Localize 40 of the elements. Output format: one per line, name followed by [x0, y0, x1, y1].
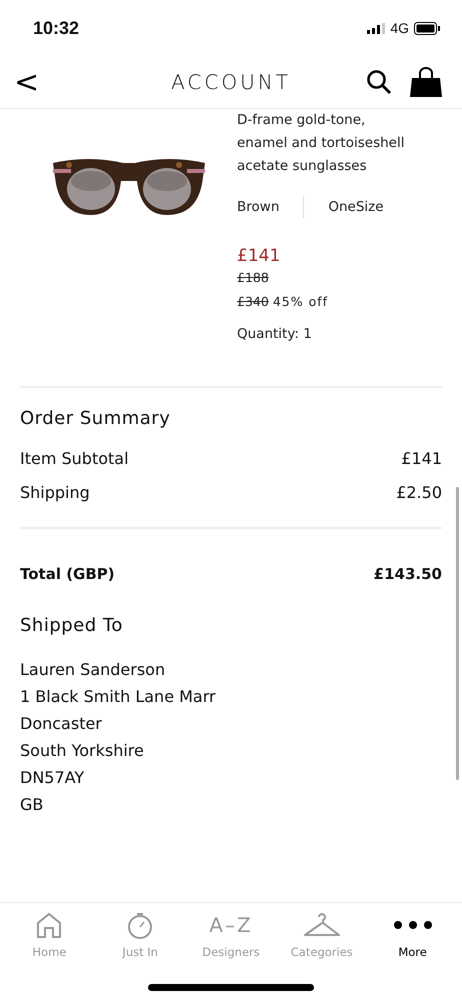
previous-price: £188: [237, 270, 269, 285]
sale-price: £141: [237, 246, 282, 266]
address-line: Lauren Sanderson: [20, 659, 166, 681]
stopwatch-icon: [126, 911, 154, 939]
address-line: 1 Black Smith Lane Marr: [20, 686, 217, 708]
section-title: Shipped To: [20, 615, 124, 636]
original-price: £340: [237, 294, 269, 309]
total-label: Total (GBP): [20, 565, 115, 583]
tab-bar-item[interactable]: A–Z Designers: [186, 903, 275, 959]
summary-value: £141: [401, 449, 442, 468]
product-name: D-frame gold-tone, enamel and tortoiseshell acetate sunglasses: [237, 111, 406, 176]
search-icon[interactable]: [366, 69, 392, 95]
summary-label: Shipping: [20, 483, 90, 502]
product-color: Brown: [237, 199, 280, 215]
address-line: DN57AY: [20, 767, 86, 789]
signal-icon: [367, 22, 386, 34]
tab-bar-item[interactable]: More: [368, 903, 457, 959]
status-time: 10:32: [33, 18, 80, 38]
address-line: GB: [20, 794, 44, 816]
shopping-bag-icon[interactable]: [410, 67, 442, 97]
more-icon: [394, 921, 432, 929]
product-size: OneSize: [328, 199, 384, 215]
total-value: £143.50: [374, 565, 442, 583]
discount-label: 45% off: [272, 294, 328, 309]
address-line: Doncaster: [20, 713, 103, 735]
battery-icon: [414, 22, 440, 34]
summary-value: £2.50: [396, 483, 442, 502]
page-title: ACCOUNT: [171, 70, 291, 94]
quantity-label: Quantity: 1: [237, 326, 313, 342]
home-icon: [35, 911, 64, 939]
tab-bar-item[interactable]: Categories: [278, 903, 366, 959]
hanger-icon: [302, 911, 341, 939]
address-line: South Yorkshire: [20, 740, 145, 762]
section-title: Order Summary: [20, 408, 172, 429]
tab-bar-item[interactable]: Just In: [96, 903, 184, 959]
tab-bar-item[interactable]: Home: [5, 903, 94, 959]
network-label: 4G: [390, 20, 409, 36]
back-button[interactable]: <: [8, 64, 46, 100]
az-icon: A–Z: [209, 911, 253, 939]
summary-label: Item Subtotal: [20, 449, 129, 468]
